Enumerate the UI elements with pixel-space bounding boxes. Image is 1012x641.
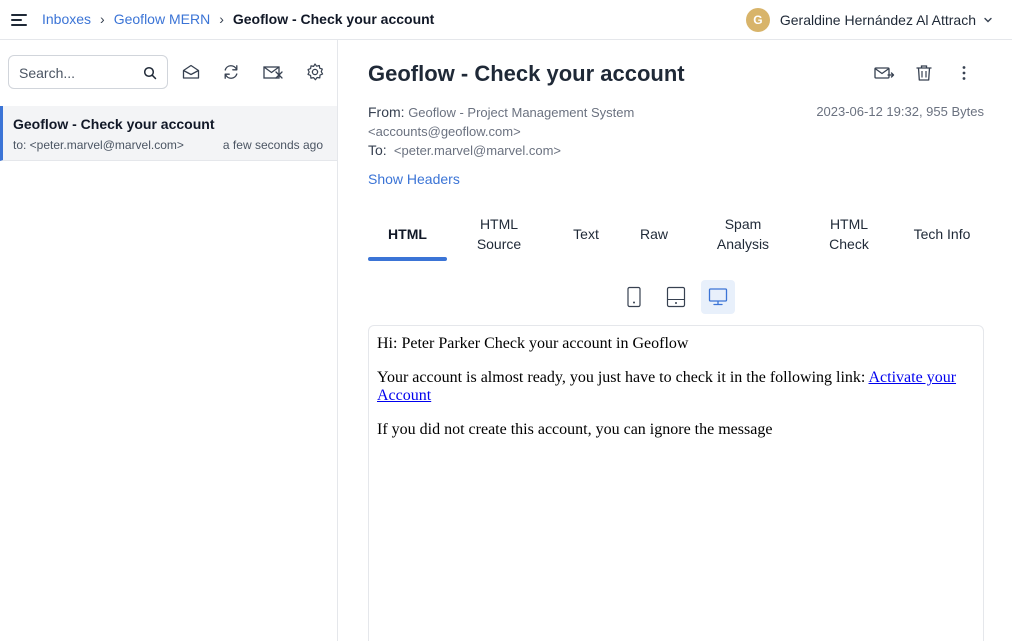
tab-tech-info[interactable]: Tech Info (913, 206, 971, 262)
from-name: Geoflow - Project Management System (408, 105, 635, 120)
settings-icon[interactable] (305, 62, 325, 82)
user-name: Geraldine Hernández Al Attrach (779, 12, 976, 28)
top-bar: Inboxes › Geoflow MERN › Geoflow - Check… (0, 0, 1012, 40)
email-text: Your account is almost ready, you just h… (377, 369, 866, 386)
tab-raw[interactable]: Raw (630, 206, 678, 262)
tab-html[interactable]: HTML (368, 206, 447, 262)
from-label: From: (368, 104, 405, 120)
breadcrumb-separator: › (100, 11, 105, 27)
refresh-icon[interactable] (221, 62, 241, 82)
message-subject: Geoflow - Check your account (13, 116, 215, 132)
mobile-view-button[interactable] (617, 280, 651, 314)
active-tab-indicator (368, 257, 447, 261)
view-tabs: HTML HTML Source Text Raw Spam Analysis … (368, 206, 984, 262)
breadcrumb-current: Geoflow - Check your account (232, 11, 435, 27)
tab-text[interactable]: Text (562, 206, 610, 262)
breadcrumb-inboxes[interactable]: Inboxes (42, 11, 91, 27)
search-box (8, 55, 168, 89)
search-icon[interactable] (143, 66, 157, 80)
breadcrumb: Inboxes › Geoflow MERN › Geoflow - Check… (42, 11, 434, 27)
breadcrumb-inbox[interactable]: Geoflow MERN (114, 11, 210, 27)
breadcrumb-separator: › (219, 11, 224, 27)
avatar: G (745, 8, 770, 32)
desktop-view-button[interactable] (701, 280, 735, 314)
message-view: Geoflow - Check your account 2023-06-12 … (338, 40, 1012, 641)
page-title: Geoflow - Check your account (368, 61, 685, 86)
email-paragraph: Your account is almost ready, you just h… (377, 369, 975, 405)
clear-inbox-icon[interactable] (262, 62, 284, 82)
sidebar: Geoflow - Check your account to: <peter.… (0, 40, 338, 641)
message-time: a few seconds ago (222, 138, 323, 152)
to-address: <peter.marvel@marvel.com> (393, 143, 562, 158)
show-headers-link[interactable]: Show Headers (368, 171, 460, 187)
to-label: To: (368, 142, 387, 158)
search-input[interactable] (19, 63, 134, 83)
message-list-item[interactable]: Geoflow - Check your account to: <peter.… (0, 106, 337, 161)
desktop-icon (708, 288, 728, 306)
to-line: To: <peter.marvel@marvel.com> (368, 142, 561, 158)
chevron-down-icon (984, 17, 992, 23)
trash-icon[interactable] (914, 63, 934, 83)
mobile-icon (627, 286, 641, 308)
from-line: From: Geoflow - Project Management Syste… (368, 103, 658, 141)
tablet-icon (666, 286, 686, 308)
user-menu[interactable]: G Geraldine Hernández Al Attrach (745, 8, 992, 32)
tablet-view-button[interactable] (659, 280, 693, 314)
tab-html-check[interactable]: HTML Check (820, 206, 878, 262)
forward-icon[interactable] (873, 63, 895, 83)
menu-icon[interactable] (10, 11, 28, 29)
more-icon[interactable] (954, 63, 974, 83)
message-recipient: to: <peter.marvel@marvel.com> (13, 138, 184, 152)
email-greeting: Hi: Peter Parker Check your account in G… (377, 335, 689, 352)
from-email: <accounts@geoflow.com> (368, 124, 521, 139)
tab-spam-analysis[interactable]: Spam Analysis (708, 206, 778, 262)
tab-html-source[interactable]: HTML Source (460, 206, 538, 262)
mark-read-icon[interactable] (181, 62, 201, 82)
email-note: If you did not create this account, you … (377, 421, 773, 438)
email-preview: Hi: Peter Parker Check your account in G… (368, 325, 984, 641)
message-date-size: 2023-06-12 19:32, 955 Bytes (816, 104, 984, 119)
